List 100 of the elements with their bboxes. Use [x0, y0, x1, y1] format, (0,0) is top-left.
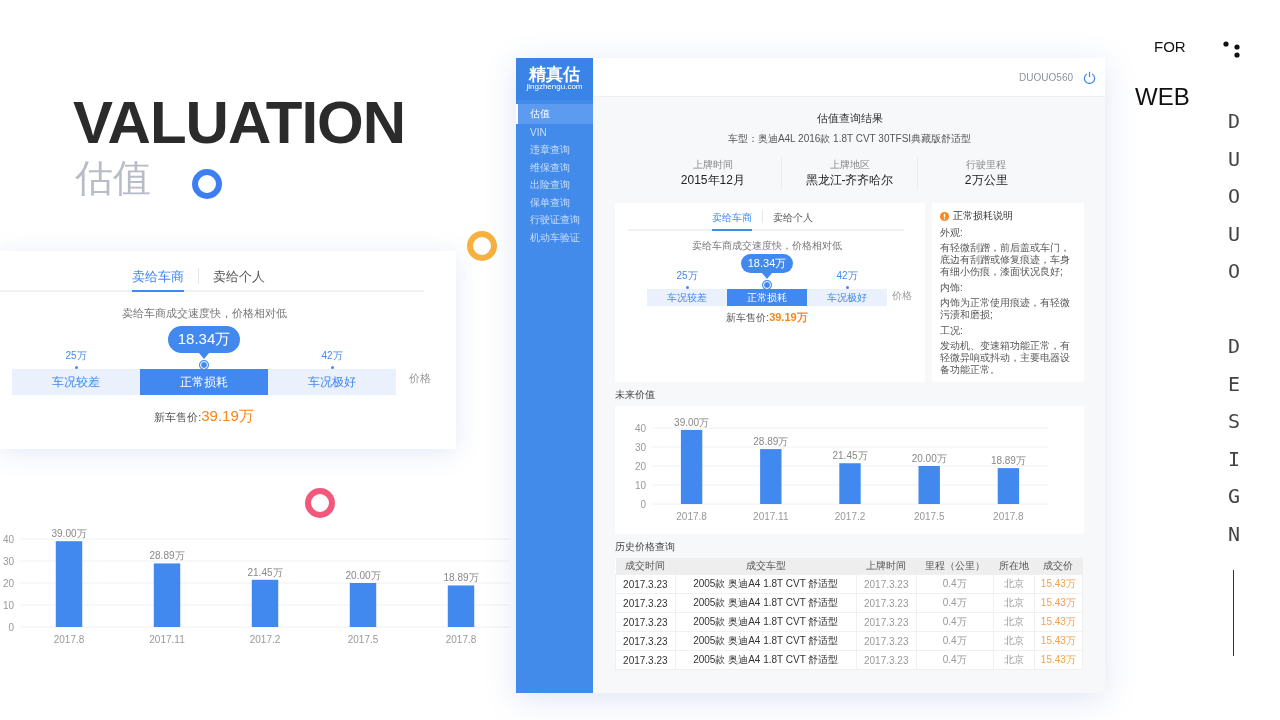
table-cell: 2017.3.23 — [856, 593, 917, 613]
table-cell: 0.4万 — [916, 574, 994, 594]
condition-segment[interactable]: 正常损耗 — [140, 369, 268, 395]
axis-label: 2017.5 — [913, 511, 945, 522]
value-label: 20.00万 — [345, 570, 381, 581]
condition-segment[interactable]: 车况较差 — [12, 369, 140, 395]
value-label: 18.89万 — [443, 572, 479, 584]
condition-segment[interactable]: 正常损耗 — [727, 289, 807, 306]
bar — [839, 463, 861, 504]
condition-segment[interactable]: 车况较差 — [647, 289, 727, 306]
sidebar-item[interactable]: 维保查询 — [516, 159, 593, 177]
sidebar-item[interactable]: 出险查询 — [516, 176, 593, 194]
axis-label: 40 — [2, 533, 14, 545]
table-cell: 2005款 奥迪A4 1.8T CVT 舒适型 — [675, 593, 857, 613]
logo: 精真估 jingzhengu.com — [516, 58, 593, 100]
dot-icon — [685, 286, 689, 289]
result-title: 估值查询结果 — [816, 111, 883, 126]
axis-label: 20 — [2, 577, 14, 589]
tick-label: 42万 — [321, 349, 343, 363]
note-heading: 工况: — [940, 324, 964, 338]
tick-label: 25万 — [676, 269, 698, 283]
table-cell: 2017.3.23 — [856, 574, 917, 594]
sidebar-item[interactable]: 行驶证查询 — [516, 211, 593, 229]
tab[interactable]: 卖给个人 — [212, 268, 265, 292]
table-cell: 北京 — [993, 612, 1035, 632]
condition-segment[interactable]: 车况极好 — [268, 369, 396, 395]
column-header: 成交车型 — [675, 558, 857, 575]
table-cell: 15.43万 — [1034, 593, 1083, 613]
axis-label: 2017.8 — [676, 511, 707, 522]
table-cell: 2005款 奥迪A4 1.8T CVT 舒适型 — [675, 574, 857, 594]
table-cell: 2017.3.23 — [856, 650, 917, 670]
fact-value: 2万公里 — [964, 172, 1008, 189]
table-cell: 15.43万 — [1034, 631, 1083, 651]
condition-segment[interactable]: 车况极好 — [807, 289, 887, 306]
axis-label: 2017.8 — [993, 511, 1024, 522]
for-label: FOR — [1154, 38, 1186, 55]
page-title: VALUATION — [73, 88, 406, 157]
table-cell: 15.43万 — [1034, 574, 1083, 594]
table-cell: 2017.3.23 — [856, 631, 917, 651]
axis-label: 2017.2 — [249, 634, 281, 645]
notes-title: 正常损耗说明 — [953, 209, 1013, 223]
value-label: 28.89万 — [753, 436, 789, 448]
fact-label: 上牌地区 — [829, 158, 870, 172]
axis-label: 10 — [634, 479, 646, 491]
sale-note: 卖给车商成交速度快，价格相对低 — [691, 239, 843, 253]
value-label: 18.89万 — [990, 455, 1026, 467]
sidebar-item[interactable]: 保单查询 — [516, 194, 593, 212]
bar — [760, 449, 782, 504]
tab[interactable]: 卖给车商 — [131, 268, 184, 292]
bar — [251, 579, 279, 627]
table-cell: 2005款 奥迪A4 1.8T CVT 舒适型 — [675, 612, 857, 632]
value-label: 39.00万 — [674, 416, 710, 428]
tab[interactable]: 卖给个人 — [773, 211, 813, 231]
column-header: 所在地 — [993, 558, 1035, 575]
axis-label: 2017.11 — [149, 634, 185, 645]
axis-label: 10 — [2, 599, 14, 611]
dot-icon — [845, 286, 849, 289]
table-cell: 0.4万 — [916, 650, 994, 670]
axis-label: 2017.8 — [445, 634, 477, 645]
bar — [349, 583, 377, 627]
sidebar-item[interactable]: 估值 — [516, 104, 593, 124]
fact-value: 2015年12月 — [680, 172, 745, 189]
table-cell: 北京 — [993, 574, 1035, 594]
car-model: 车型：奥迪A4L 2016款 1.8T CVT 30TFSI典藏版舒适型 — [727, 132, 972, 146]
table-cell: 15.43万 — [1034, 612, 1083, 632]
axis-label: 价格 — [892, 289, 912, 303]
tick-label: 42万 — [836, 269, 858, 283]
table-cell: 0.4万 — [916, 631, 994, 651]
column-header: 成交时间 — [615, 558, 676, 575]
bar — [918, 466, 940, 504]
note-text: 有轻微刮蹭，前后盖或车门，底边有刮蹭或修复痕迹，车身有细小伤痕，漆面状况良好; — [940, 242, 1071, 278]
sidebar-item[interactable]: 违章查询 — [516, 141, 593, 159]
table-cell: 2005款 奥迪A4 1.8T CVT 舒适型 — [675, 650, 857, 670]
table-cell: 2017.3.23 — [856, 612, 917, 632]
vertical-word: DUOUO — [1228, 108, 1241, 285]
dots-icon — [1222, 40, 1242, 58]
axis-label: 0 — [8, 621, 14, 633]
new-car-price: 新车售价:39.19万 — [725, 310, 809, 325]
table-cell: 2017.3.23 — [615, 574, 676, 594]
warning-icon — [940, 211, 949, 221]
table-cell: 北京 — [993, 593, 1035, 613]
tab[interactable]: 卖给车商 — [712, 211, 752, 231]
axis-label: 0 — [640, 498, 646, 510]
section-title: 未来价值 — [615, 388, 656, 402]
power-icon[interactable] — [1083, 70, 1096, 84]
table-cell: 2017.3.23 — [615, 631, 676, 651]
note-text: 发动机、变速箱功能正常，有轻微异响或抖动，主要电器设备功能正常。 — [940, 340, 1071, 376]
column-header: 上牌时间 — [856, 558, 917, 575]
axis-label: 价格 — [409, 371, 431, 386]
price-tooltip: 18.34万 — [740, 254, 794, 279]
axis-label: 40 — [634, 422, 646, 434]
table-cell: 2017.3.23 — [615, 650, 676, 670]
table-cell: 北京 — [993, 650, 1035, 670]
table-cell: 0.4万 — [916, 612, 994, 632]
axis-label: 2017.11 — [753, 511, 789, 522]
price-tooltip: 18.34万 — [167, 326, 241, 359]
sidebar-item[interactable]: VIN — [516, 124, 593, 142]
sidebar-item[interactable]: 机动车验证 — [516, 229, 593, 247]
table-cell: 2005款 奥迪A4 1.8T CVT 舒适型 — [675, 631, 857, 651]
fact-label: 行驶里程 — [966, 158, 1007, 172]
